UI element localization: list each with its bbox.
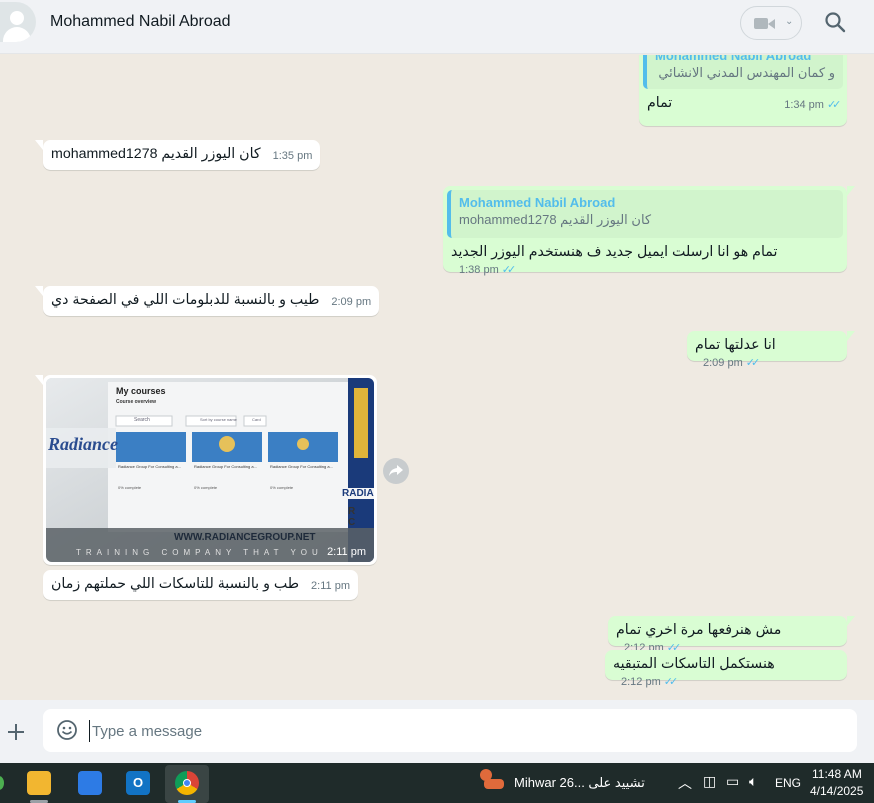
- bubble-tail: [35, 140, 43, 150]
- message-out[interactable]: مش هنرفعها مرة اخري تمام 2:12 pm ✓✓: [608, 616, 855, 654]
- image-brand-right-2: R C: [348, 506, 360, 528]
- avatar[interactable]: [0, 2, 36, 42]
- message-out[interactable]: Mohammed Nabil Abroad و كمان المهندس الم…: [639, 55, 847, 126]
- file-explorer-icon[interactable]: [27, 771, 51, 795]
- message-out[interactable]: انا عدلتها تمام 2:09 pm ✓✓: [687, 331, 855, 369]
- image-tagline: TRAINING COMPANY THAT YOU: [76, 548, 323, 557]
- message-in[interactable]: طيب و بالنسبة للدبلومات اللي في الصفحة د…: [35, 286, 380, 316]
- windows-taskbar: O Mihwar 26... تشييد على ︿ ◫ ▭ 🔈︎ ENG 11…: [0, 763, 874, 803]
- clock-time[interactable]: 11:48 AM: [812, 767, 862, 781]
- language-indicator[interactable]: ENG: [775, 776, 801, 790]
- quoted-message[interactable]: Mohammed Nabil Abroad و كمان المهندس الم…: [643, 55, 843, 89]
- chat-header[interactable]: Mohammed Nabil Abroad ⌄: [0, 0, 874, 54]
- message-time: 2:09 pm: [703, 357, 743, 369]
- message-in[interactable]: طب و بالنسبة للتاسكات اللي حملتهم زمان 2…: [43, 570, 358, 600]
- avatar-body: [3, 27, 31, 42]
- message-out[interactable]: Mohammed Nabil Abroad كان اليوزر القديم …: [443, 186, 855, 276]
- read-receipt-icon: ✓✓: [745, 357, 761, 369]
- bubble-tail: [847, 186, 855, 196]
- message-text: انا عدلتها تمام: [695, 337, 776, 353]
- message-time: 1:35 pm: [272, 150, 313, 162]
- contact-name[interactable]: Mohammed Nabil Abroad: [50, 13, 231, 31]
- message-list[interactable]: Mohammed Nabil Abroad و كمان المهندس الم…: [0, 55, 874, 700]
- message-in[interactable]: كان اليوزر القديم mohammed1278 1:35 pm: [35, 140, 321, 170]
- quoted-text: كان اليوزر القديم mohammed1278: [459, 212, 652, 227]
- image-sort-label: Sort by course name: [200, 417, 237, 422]
- image-search-field: Search: [134, 417, 150, 423]
- forward-icon: [389, 465, 403, 476]
- image-course-card: Radiance Group For Consulting a... 0% co…: [118, 464, 181, 490]
- image-card-label: Card: [252, 417, 261, 422]
- image-course-card: Radiance Group For Consulting a... 0% co…: [270, 464, 333, 490]
- chevron-down-icon: ⌄: [785, 16, 794, 27]
- plus-icon[interactable]: [4, 720, 28, 744]
- start-icon-partial[interactable]: [0, 776, 4, 790]
- quoted-message[interactable]: Mohammed Nabil Abroad كان اليوزر القديم …: [447, 190, 843, 238]
- message-time: 2:11 pm: [311, 580, 350, 592]
- message-time: 1:38 pm: [459, 264, 499, 276]
- clock-date[interactable]: 4/14/2025: [810, 784, 863, 798]
- avatar-head: [10, 11, 24, 25]
- meet-now-icon[interactable]: ◫: [703, 773, 716, 790]
- read-receipt-icon: ✓✓: [663, 676, 679, 688]
- image-brand-left: Radiance: [48, 434, 118, 454]
- message-time: 1:34 pm: [784, 99, 824, 111]
- message-input[interactable]: [89, 720, 789, 742]
- emoji-icon[interactable]: [56, 719, 78, 741]
- quoted-sender: Mohammed Nabil Abroad: [655, 55, 812, 63]
- message-time: 2:09 pm: [331, 296, 372, 308]
- image-brand-right: RADIAN: [342, 488, 374, 499]
- traffic-alert-icon[interactable]: [480, 769, 506, 795]
- video-call-button[interactable]: ⌄: [740, 6, 802, 40]
- read-receipt-icon: ✓✓: [826, 99, 842, 111]
- image-heading: My courses: [116, 386, 166, 396]
- video-call-icon: [754, 18, 768, 29]
- quoted-text: و كمان المهندس المدني الانشائي: [658, 65, 835, 80]
- message-text: طب و بالنسبة للتاسكات اللي حملتهم زمان: [51, 576, 300, 592]
- search-icon[interactable]: [823, 10, 847, 34]
- message-time: 2:11 pm: [327, 546, 366, 558]
- taskbar-notification[interactable]: Mihwar 26... تشييد على: [514, 775, 645, 791]
- chrome-center-dot: [183, 779, 191, 787]
- bubble-tail: [35, 286, 43, 296]
- image-attachment[interactable]: My courses Course overview Search Sort b…: [46, 378, 374, 562]
- bubble-tail: [847, 331, 855, 341]
- chevron-up-icon[interactable]: ︿: [678, 773, 692, 793]
- image-message[interactable]: My courses Course overview Search Sort b…: [35, 375, 377, 565]
- image-website: WWW.RADIANCEGROUP.NET: [174, 532, 316, 543]
- message-text: كان اليوزر القديم mohammed1278: [51, 146, 261, 162]
- message-time: 2:12 pm: [621, 676, 661, 688]
- message-composer: [0, 700, 874, 763]
- read-receipt-icon: ✓✓: [501, 264, 517, 276]
- bubble-tail: [847, 616, 855, 626]
- outlook-icon[interactable]: O: [126, 771, 150, 795]
- bubble-tail: [35, 375, 43, 385]
- message-text: تمام هو انا ارسلت ايميل جديد ف هنستخدم ا…: [451, 244, 778, 260]
- message-text: مش هنرفعها مرة اخري تمام: [616, 622, 782, 638]
- message-out[interactable]: هنستكمل التاسكات المتبقيه 2:12 pm ✓✓: [605, 650, 847, 688]
- microsoft-store-icon[interactable]: [78, 771, 102, 795]
- image-course-card: Radiance Group For Consulting a... 0% co…: [194, 464, 257, 490]
- network-icon[interactable]: ▭: [726, 773, 739, 790]
- image-subheading: Course overview: [116, 399, 157, 405]
- quoted-sender: Mohammed Nabil Abroad: [459, 195, 616, 210]
- message-text: هنستكمل التاسكات المتبقيه: [613, 656, 775, 672]
- video-call-icon-lens: [768, 19, 775, 29]
- message-text: تمام: [647, 95, 673, 111]
- forward-button[interactable]: [383, 458, 409, 484]
- message-input-box[interactable]: [43, 709, 857, 752]
- message-text: طيب و بالنسبة للدبلومات اللي في الصفحة د…: [51, 292, 320, 308]
- volume-icon[interactable]: 🔈︎: [749, 773, 757, 790]
